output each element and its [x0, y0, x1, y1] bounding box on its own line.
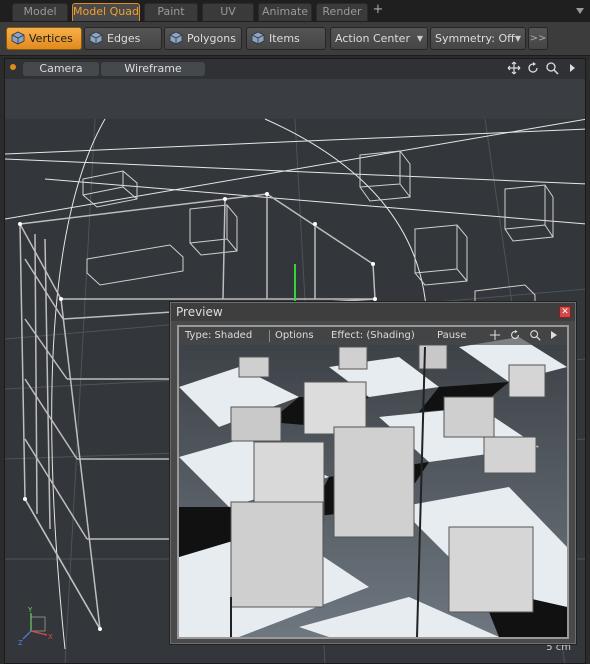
symmetry-label: Symmetry: Off: [435, 32, 515, 45]
preview-title-bar[interactable]: Preview ✕: [171, 303, 575, 321]
close-icon[interactable]: ✕: [559, 306, 571, 318]
more-tools-button[interactable]: >>: [528, 27, 548, 50]
wireframe-shading-button[interactable]: Wireframe: [101, 62, 205, 76]
tab-model[interactable]: Model: [12, 3, 68, 21]
preview-window[interactable]: Preview ✕ Type: Shaded Options Effect: (…: [170, 302, 576, 644]
viewport-header: Camera Wireframe: [5, 59, 585, 79]
tab-animate[interactable]: Animate: [258, 3, 312, 21]
svg-text:Z: Z: [18, 639, 23, 647]
tab-uv[interactable]: UV: [202, 3, 254, 21]
action-center-label: Action Center: [335, 32, 410, 45]
pan-move-icon[interactable]: [507, 61, 521, 75]
polygons-mode-button[interactable]: Polygons: [164, 27, 242, 50]
preview-separator: [269, 330, 270, 342]
tab-model-quad[interactable]: Model Quad: [72, 3, 140, 21]
svg-text:Y: Y: [27, 607, 33, 614]
svg-text:X: X: [48, 633, 53, 641]
preview-type-selector[interactable]: Type: Shaded: [185, 329, 252, 343]
preview-effect-selector[interactable]: Effect: (Shading): [331, 329, 415, 343]
vertices-mode-button[interactable]: Vertices: [6, 27, 82, 50]
zoom-search-icon[interactable]: [545, 61, 559, 75]
vertices-cube-icon: [11, 31, 25, 45]
polygons-cube-icon: [169, 31, 183, 45]
preview-options-bar: Type: Shaded Options Effect: (Shading) P…: [179, 327, 567, 345]
preview-pan-icon[interactable]: [489, 329, 501, 343]
action-center-dropdown[interactable]: Action Center ▼: [330, 27, 428, 50]
tab-options-icon[interactable]: [574, 5, 586, 17]
render-image: [179, 327, 567, 637]
edges-mode-button[interactable]: Edges: [84, 27, 162, 50]
items-mode-button[interactable]: Items: [246, 27, 326, 50]
vertices-label: Vertices: [29, 32, 73, 45]
preview-rotate-icon[interactable]: [509, 329, 521, 343]
preview-title: Preview: [176, 305, 223, 319]
preview-options-menu[interactable]: Options: [275, 329, 314, 343]
axis-gizmo-icon: Y X Z: [18, 607, 53, 647]
chevron-down-icon: ▼: [514, 34, 521, 43]
chevron-down-icon: ▼: [416, 34, 423, 43]
preview-zoom-icon[interactable]: [529, 329, 541, 343]
add-tab-button[interactable]: +: [371, 3, 385, 19]
items-label: Items: [269, 32, 300, 45]
symmetry-dropdown[interactable]: Symmetry: Off ▼: [430, 27, 526, 50]
workspace-tab-bar: Model Model Quad Paint UV Animate Render…: [0, 0, 590, 22]
viewport-options-arrow-icon[interactable]: [565, 61, 579, 75]
camera-view-button[interactable]: Camera: [23, 62, 99, 76]
tab-paint[interactable]: Paint: [144, 3, 198, 21]
polygons-label: Polygons: [187, 32, 236, 45]
viewport-menu-dot-icon[interactable]: [10, 64, 16, 70]
rotate-icon[interactable]: [526, 61, 540, 75]
edges-label: Edges: [107, 32, 141, 45]
edges-cube-icon: [89, 31, 103, 45]
preview-render-frame: Type: Shaded Options Effect: (Shading) P…: [177, 325, 569, 639]
items-cube-icon: [251, 31, 265, 45]
selection-toolbar: Vertices Edges Polygons Items Action Cen…: [0, 22, 590, 56]
tab-render[interactable]: Render: [316, 3, 368, 21]
preview-arrow-icon[interactable]: [549, 329, 559, 343]
preview-pause-button[interactable]: Pause: [437, 329, 466, 343]
